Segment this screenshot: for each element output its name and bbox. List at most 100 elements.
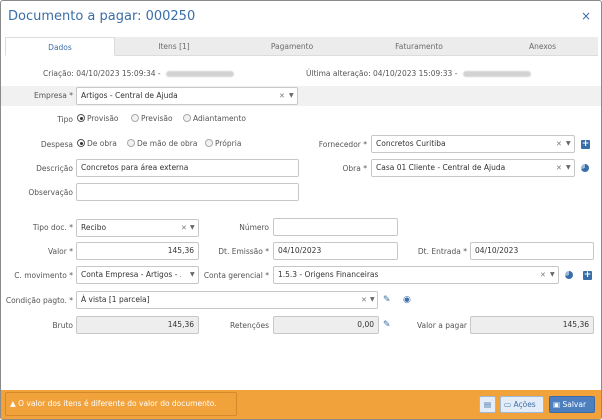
- chevron-down-icon: ▼: [289, 92, 294, 99]
- clear-icon[interactable]: ✕: [556, 160, 562, 176]
- retencoes-value: 0,00: [273, 316, 379, 334]
- valor-a-pagar-value: 145,36: [470, 316, 594, 334]
- dialog-window: Documento a pagar: 000250 × Dados Itens …: [0, 0, 602, 420]
- radio-checked-icon: [77, 114, 85, 122]
- numero-input[interactable]: [273, 218, 398, 236]
- empresa-label: Empresa *: [34, 91, 73, 100]
- observacao-label: Observação: [28, 188, 73, 197]
- save-button[interactable]: ▣ Salvar: [549, 396, 595, 413]
- tab-itens[interactable]: Itens [1]: [115, 37, 233, 56]
- creation-value: 04/10/2023 15:09:34 -: [76, 69, 161, 78]
- clear-icon[interactable]: ✕: [361, 292, 367, 308]
- clear-icon[interactable]: ✕: [181, 220, 187, 236]
- chevron-down-icon: ▼: [190, 224, 195, 231]
- pencil-icon[interactable]: ✎: [383, 295, 391, 305]
- dialog-title: Documento a pagar: 000250: [8, 9, 196, 24]
- retencoes-label: Retenções: [229, 321, 269, 330]
- tipo-radio-previsao[interactable]: Previsão: [131, 114, 173, 123]
- bruto-value: 145,36: [76, 316, 199, 334]
- pencil-icon[interactable]: ✎: [383, 320, 391, 330]
- clear-icon[interactable]: ✕: [556, 136, 562, 152]
- conta-gerencial-select[interactable]: 1.5.3 - Origens Financeiras ✕ ▼: [273, 266, 559, 284]
- tipo-label: Tipo: [57, 115, 73, 124]
- empresa-value: Artigos - Central de Ajuda: [81, 91, 178, 100]
- radio-icon: [127, 139, 135, 147]
- dt-emissao-input[interactable]: 04/10/2023: [273, 242, 398, 260]
- last-change-user-redacted: [462, 71, 531, 77]
- last-change-info: Última alteração: 04/10/2023 15:09:33 -: [306, 69, 531, 78]
- dt-entrada-input[interactable]: 04/10/2023: [470, 242, 594, 260]
- bruto-label: Bruto: [52, 321, 73, 330]
- last-change-value: 04/10/2023 15:09:33 -: [373, 69, 458, 78]
- fornecedor-select[interactable]: Concretos Curitiba ✕ ▼: [371, 135, 575, 153]
- numero-label: Número: [239, 223, 269, 232]
- radio-icon: [183, 114, 191, 122]
- empresa-select[interactable]: Artigos - Central de Ajuda ✕ ▼: [76, 87, 298, 105]
- descricao-input[interactable]: Concretos para área externa: [76, 159, 299, 177]
- valor-label: Valor *: [47, 247, 73, 256]
- despesa-radio-de-obra[interactable]: De obra: [77, 139, 117, 148]
- chevron-down-icon: ▼: [190, 271, 195, 278]
- creation-label: Criação:: [43, 69, 74, 78]
- add-conta-icon[interactable]: +: [583, 271, 592, 280]
- dt-emissao-label: Dt. Emissão *: [218, 247, 269, 256]
- despesa-radio-propria[interactable]: Própria: [205, 139, 241, 148]
- obra-label: Obra *: [342, 164, 367, 173]
- despesa-radio-mao-de-obra[interactable]: De mão de obra: [127, 139, 197, 148]
- obra-select[interactable]: Casa 01 Cliente - Central de Ajuda ✕ ▼: [371, 159, 575, 177]
- conta-gerencial-label: Conta gerencial *: [203, 271, 269, 280]
- tipo-doc-value: Recibo: [81, 223, 107, 232]
- last-change-label: Última alteração:: [306, 69, 371, 78]
- creation-user-redacted: [166, 71, 235, 77]
- warning-icon: ▲: [10, 399, 16, 408]
- obra-value: Casa 01 Cliente - Central de Ajuda: [376, 163, 506, 172]
- condicao-pagto-select[interactable]: À vista [1 parcela] ✕ ▼: [76, 291, 378, 309]
- warning-text: O valor dos itens é diferente do valor d…: [18, 399, 217, 408]
- close-icon[interactable]: ×: [581, 9, 591, 23]
- tab-pagamento[interactable]: Pagamento: [233, 37, 351, 56]
- descricao-label: Descrição: [36, 164, 73, 173]
- pie-chart-icon[interactable]: [565, 271, 573, 279]
- document-icon: ▤: [483, 400, 492, 409]
- radio-checked-icon: [77, 139, 85, 147]
- acoes-button[interactable]: ▭ Ações: [500, 396, 544, 413]
- tipo-radio-adiantamento[interactable]: Adiantamento: [183, 114, 246, 123]
- dt-entrada-label: Dt. Entrada *: [417, 247, 467, 256]
- tab-bar: Dados Itens [1] Pagamento Faturamento An…: [5, 37, 598, 56]
- eye-icon[interactable]: ◉: [403, 295, 411, 305]
- warning-message: ▲ O valor dos itens é diferente do valor…: [5, 392, 237, 416]
- tipo-radio-provisao[interactable]: Provisão: [77, 114, 119, 123]
- radio-icon: [205, 139, 213, 147]
- c-movimento-value: Conta Empresa - Artigos - ...: [81, 270, 181, 279]
- chevron-down-icon: ▼: [566, 164, 571, 171]
- tab-anexos[interactable]: Anexos: [487, 37, 598, 56]
- chevron-down-icon: ▼: [370, 296, 375, 303]
- document-button[interactable]: ▤: [479, 396, 496, 413]
- creation-info: Criação: 04/10/2023 15:09:34 -: [43, 69, 235, 78]
- c-movimento-label: C. movimento *: [14, 271, 73, 280]
- acoes-label: Ações: [513, 400, 536, 409]
- floppy-icon: ▣: [553, 400, 561, 409]
- chevron-down-icon: ▼: [566, 140, 571, 147]
- clear-icon[interactable]: ✕: [540, 267, 546, 283]
- add-fornecedor-icon[interactable]: +: [581, 140, 590, 149]
- condicao-pagto-label: Condição pagto. *: [5, 296, 73, 305]
- radio-icon: [131, 114, 139, 122]
- despesa-label: Despesa: [40, 140, 73, 149]
- clear-icon[interactable]: ✕: [279, 88, 285, 104]
- observacao-input[interactable]: [76, 183, 299, 201]
- valor-input[interactable]: 145,36: [76, 242, 199, 260]
- tab-dados[interactable]: Dados: [5, 37, 115, 56]
- valor-a-pagar-label: Valor a pagar: [416, 321, 467, 330]
- pie-chart-icon[interactable]: [581, 164, 589, 172]
- tab-faturamento[interactable]: Faturamento: [351, 37, 487, 56]
- save-label: Salvar: [562, 400, 587, 409]
- fornecedor-value: Concretos Curitiba: [376, 139, 446, 148]
- c-movimento-select[interactable]: Conta Empresa - Artigos - ... ▼: [76, 266, 199, 284]
- tipo-doc-select[interactable]: Recibo ✕ ▼: [76, 219, 199, 237]
- conta-gerencial-value: 1.5.3 - Origens Financeiras: [278, 270, 379, 279]
- fornecedor-label: Fornecedor *: [318, 140, 367, 149]
- condicao-pagto-value: À vista [1 parcela]: [81, 295, 150, 304]
- menu-icon: ▭: [504, 400, 512, 409]
- tipo-doc-label: Tipo doc. *: [32, 223, 73, 232]
